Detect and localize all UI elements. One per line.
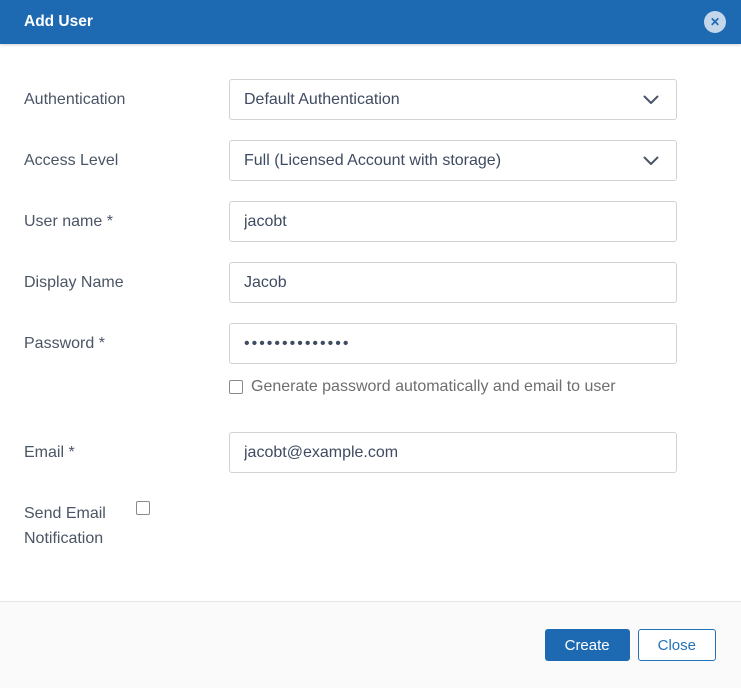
password-input[interactable] — [229, 323, 677, 364]
modal-footer: Create Close — [0, 601, 741, 688]
chevron-down-icon — [642, 154, 662, 168]
email-row: Email * — [24, 432, 717, 473]
password-row: Password * Generate password automatical… — [24, 323, 717, 432]
send-email-notification-checkbox[interactable] — [136, 501, 150, 515]
access-level-select[interactable]: Full (Licensed Account with storage) — [229, 140, 677, 181]
display-name-row: Display Name — [24, 262, 717, 303]
close-button[interactable]: Close — [638, 629, 716, 661]
authentication-selected-value: Default Authentication — [244, 91, 400, 109]
generate-password-checkbox[interactable] — [229, 380, 243, 394]
modal-header: Add User ✕ — [0, 0, 741, 44]
modal-title: Add User — [24, 13, 93, 31]
close-icon[interactable]: ✕ — [704, 11, 726, 33]
access-level-row: Access Level Full (Licensed Account with… — [24, 140, 717, 181]
modal-body: Authentication Default Authentication Ac… — [0, 44, 741, 601]
user-name-label: User name * — [24, 201, 229, 234]
password-label: Password * — [24, 323, 229, 356]
authentication-select[interactable]: Default Authentication — [229, 79, 677, 120]
access-level-label: Access Level — [24, 140, 229, 173]
generate-password-label: Generate password automatically and emai… — [251, 378, 616, 396]
add-user-modal: Add User ✕ Authentication Default Authen… — [0, 0, 741, 688]
create-button[interactable]: Create — [545, 629, 630, 661]
display-name-input[interactable] — [229, 262, 677, 303]
send-email-notification-row: Send Email Notification — [24, 493, 717, 551]
email-label: Email * — [24, 432, 229, 465]
send-email-notification-label: Send Email Notification — [24, 493, 136, 551]
access-level-selected-value: Full (Licensed Account with storage) — [244, 152, 501, 170]
authentication-label: Authentication — [24, 79, 229, 112]
email-input[interactable] — [229, 432, 677, 473]
authentication-row: Authentication Default Authentication — [24, 79, 717, 120]
display-name-label: Display Name — [24, 262, 229, 295]
user-name-input[interactable] — [229, 201, 677, 242]
user-name-row: User name * — [24, 201, 717, 242]
chevron-down-icon — [642, 93, 662, 107]
generate-password-row: Generate password automatically and emai… — [229, 378, 677, 396]
